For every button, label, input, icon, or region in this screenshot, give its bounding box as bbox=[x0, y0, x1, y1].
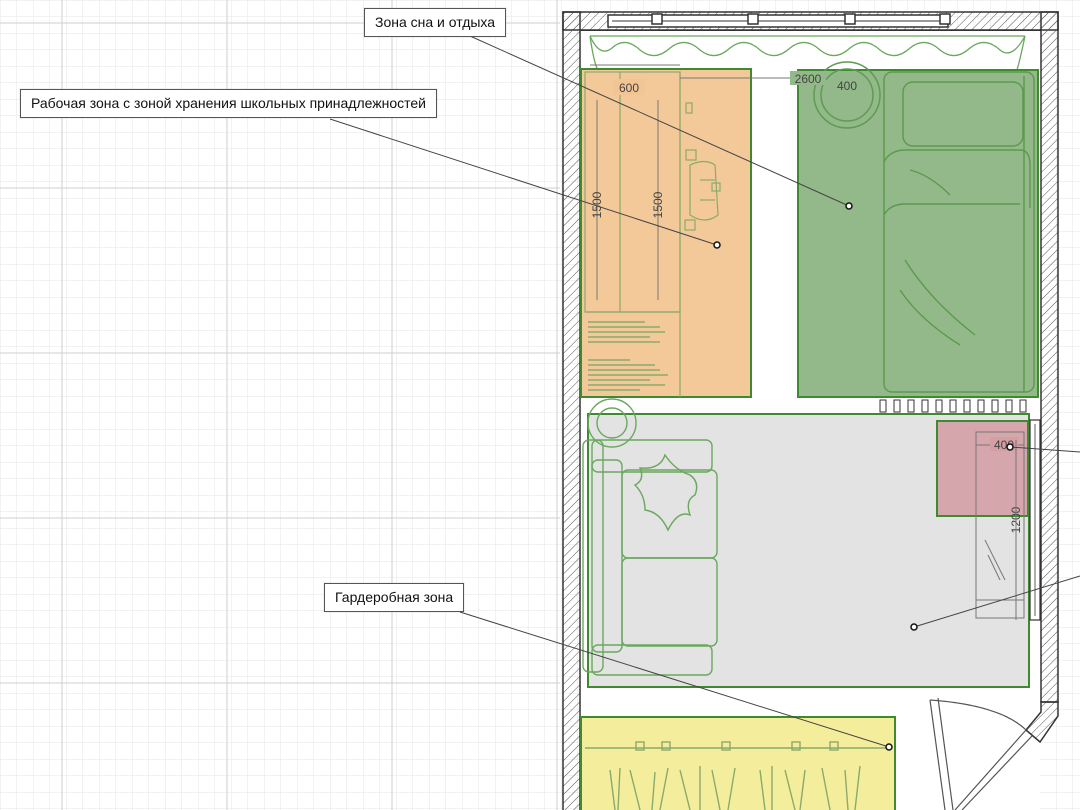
callout-wardrobe-zone[interactable]: Гардеробная зона bbox=[324, 583, 465, 612]
callout-sleep-zone[interactable]: Зона сна и отдыха bbox=[364, 8, 507, 37]
dim-400-top: 400 bbox=[837, 79, 857, 93]
sleep-zone[interactable] bbox=[797, 69, 1039, 398]
dim-1500-b: 1500 bbox=[651, 191, 665, 218]
callout-work-zone[interactable]: Рабочая зона с зоной хранения школьных п… bbox=[20, 89, 437, 118]
window-top bbox=[607, 13, 951, 28]
floor-plan: 600 1500 1500 2600 400 400 1200 bbox=[0, 0, 1080, 810]
wardrobe-zone[interactable] bbox=[580, 716, 896, 810]
work-zone[interactable] bbox=[580, 68, 752, 398]
mirror-zone[interactable] bbox=[936, 420, 1029, 517]
dim-600: 600 bbox=[619, 81, 639, 95]
dim-2600: 2600 bbox=[795, 72, 822, 86]
